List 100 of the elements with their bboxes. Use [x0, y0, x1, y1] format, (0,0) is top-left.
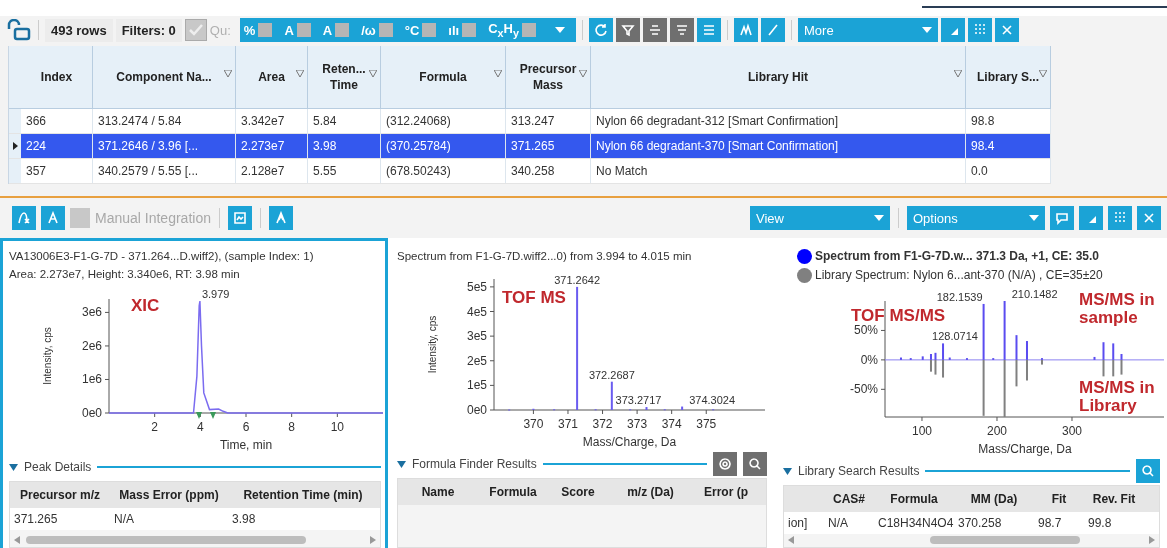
table-row[interactable]: 366 313.2474 / 5.84 3.342e7 5.84 (312.24068) 313.247 Nylon 66 degradant-312 [Smart Confirmation] 98.8	[9, 109, 1051, 134]
row-count: 493 rows	[45, 18, 113, 42]
tick-label: 375	[696, 417, 717, 431]
auto-button[interactable]	[41, 206, 65, 230]
column-header[interactable]: Precursor m/z	[10, 488, 110, 502]
column-header[interactable]: Formula	[874, 492, 954, 506]
grid-button[interactable]	[1108, 206, 1132, 230]
list-button[interactable]	[697, 18, 722, 42]
tick-label: 1e6	[81, 372, 102, 387]
filter-lines-icon	[675, 23, 690, 37]
image-button[interactable]	[227, 206, 252, 230]
tick-label: 5e5	[466, 279, 487, 294]
peak-label: 374.3024	[689, 393, 736, 406]
column-header[interactable]: Reten... Time	[308, 46, 381, 108]
grid-button[interactable]	[968, 18, 993, 42]
corner-button[interactable]	[1079, 206, 1103, 230]
table-row[interactable]: 224 371.2646 / 3.96 [... 2.273e7 3.98 (370.25784) 371.265 Nylon 66 degradant-370 [Smart Confirmation] 98.4	[9, 134, 1051, 159]
table-row[interactable]: 357 340.2579 / 5.55 [... 2.128e7 5.55 (678.50243) 340.258 No Match 0.0	[9, 159, 1051, 184]
column-header[interactable]: Retention Time (min)	[228, 488, 378, 502]
column-header[interactable]: MM (Da)	[954, 492, 1034, 506]
scroll-left-icon[interactable]	[14, 536, 20, 544]
table-cell-text: 98.7	[1037, 516, 1063, 530]
letter-a-icon	[46, 211, 60, 225]
checkbox-label: Qu:	[209, 22, 231, 38]
table-cell: 98.8	[966, 109, 1051, 133]
corner-button[interactable]	[941, 18, 966, 42]
refresh-button[interactable]	[589, 18, 614, 42]
column-header[interactable]: Formula	[381, 46, 506, 108]
column-header[interactable]: Library S...	[966, 46, 1051, 108]
tick-label: 1e5	[466, 378, 487, 393]
toggle-box	[335, 23, 350, 37]
filter-icon[interactable]	[579, 70, 587, 77]
peak-label: 128.0714	[932, 330, 978, 343]
filter-icon[interactable]	[1039, 70, 1047, 77]
integrate-button[interactable]	[12, 206, 36, 230]
search-button[interactable]	[1136, 459, 1160, 483]
filter-icon[interactable]	[224, 70, 232, 77]
close-button[interactable]	[1137, 206, 1161, 230]
scroll-right-icon[interactable]	[1149, 536, 1155, 544]
column-header[interactable]: Mass Error (ppm)	[110, 488, 228, 502]
row-header-cell[interactable]	[9, 159, 21, 183]
peak-label: 182.1539	[936, 290, 983, 303]
legend-label: Spectrum from F1-G-7D.w... 371.3 Da, +1, CE: 35.0	[815, 248, 1099, 265]
scrollbar-thumb[interactable]	[930, 536, 1080, 544]
unlocked-padlock-icon[interactable]	[6, 19, 32, 41]
chart-title: VA13006E3-F1-G-7D - 371.264...D.wiff2), (sample Index: 1)	[9, 249, 315, 264]
peak-label: 373.2717	[615, 394, 662, 407]
filter-icon[interactable]	[954, 70, 962, 77]
scrollbar-thumb[interactable]	[26, 536, 306, 544]
table-cell: 5.84	[308, 109, 381, 133]
line-button[interactable]	[761, 18, 786, 42]
column-header[interactable]: Name	[398, 485, 478, 499]
axis-title: Mass/Charge, Da	[582, 435, 677, 449]
table-cell: 313.247	[506, 109, 591, 133]
tick-label: 100	[911, 424, 932, 438]
row-header-cell[interactable]	[9, 109, 21, 133]
expand-triangle-icon[interactable]	[9, 463, 18, 471]
column-header[interactable]: Score	[548, 485, 608, 499]
tick-label: 374	[661, 417, 682, 431]
column-header[interactable]: Precursor Mass	[506, 46, 591, 108]
toggle-box	[522, 23, 537, 37]
section-title: Formula Finder Results	[412, 457, 537, 471]
table-cell: 224	[21, 134, 93, 158]
expand-triangle-icon[interactable]	[783, 467, 792, 475]
chart-title: Spectrum from F1-G-7D.wiff2...0) from 3.994 to 4.015 min	[397, 249, 693, 264]
diagonal-line-icon	[766, 23, 781, 37]
scroll-right-icon[interactable]	[370, 536, 376, 544]
column-header[interactable]: Component Na...	[93, 46, 236, 108]
filter-icon[interactable]	[494, 70, 502, 77]
column-header[interactable]: Area	[236, 46, 308, 108]
filter-icon[interactable]	[296, 70, 304, 77]
tick-label: -50%	[850, 382, 878, 397]
comment-button[interactable]	[1050, 206, 1074, 230]
search-icon	[748, 457, 762, 471]
table-cell: (678.50243)	[381, 159, 506, 183]
column-header[interactable]: Formula	[478, 485, 548, 499]
table-cell: (370.25784)	[381, 134, 506, 158]
column-header[interactable]: Error (p	[693, 485, 759, 499]
tick-label: 4e5	[466, 304, 487, 319]
close-icon	[1000, 23, 1015, 37]
table-cell: (312.24068)	[381, 109, 506, 133]
close-icon	[1142, 211, 1156, 225]
column-header[interactable]: Index	[21, 46, 93, 108]
column-header[interactable]: CAS#	[824, 492, 874, 506]
row-header-cell[interactable]	[9, 134, 21, 158]
peak-label: 371.2642	[554, 273, 601, 286]
filter-icon[interactable]	[369, 70, 377, 77]
column-header[interactable]: m/z (Da)	[608, 485, 693, 499]
callout-label: TOF MS	[502, 289, 566, 307]
table-cell-text: 371.265	[13, 512, 59, 526]
close-button[interactable]	[995, 18, 1020, 42]
caret-icon	[922, 27, 933, 33]
scroll-left-icon[interactable]	[788, 536, 794, 544]
expand-triangle-icon[interactable]	[397, 460, 406, 468]
column-header[interactable]: Rev. Fit	[1084, 492, 1144, 506]
peak-button[interactable]	[734, 18, 759, 42]
peak-label-button[interactable]	[268, 206, 293, 230]
column-header[interactable]: Fit	[1034, 492, 1084, 506]
toggle-box	[422, 23, 437, 37]
column-header[interactable]: Library Hit	[591, 46, 966, 108]
